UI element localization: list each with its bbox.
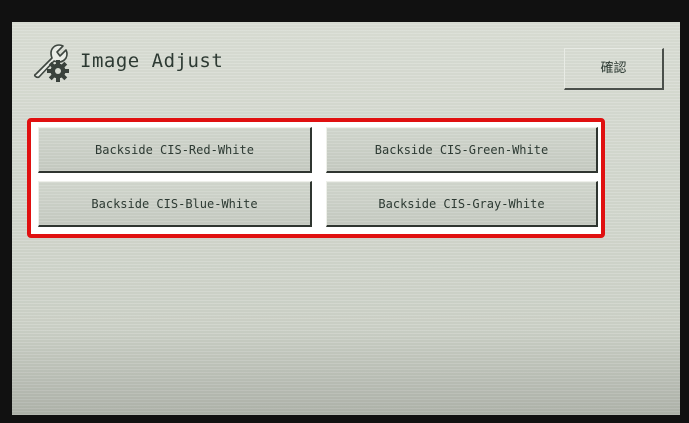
backside-cis-green-white-button[interactable]: Backside CIS-Green-White bbox=[326, 127, 598, 173]
highlighted-button-group: Backside CIS-Red-White Backside CIS-Gree… bbox=[27, 118, 605, 238]
backside-cis-gray-white-button[interactable]: Backside CIS-Gray-White bbox=[326, 181, 598, 227]
device-bezel: Image Adjust 確認 Backside CIS-Red-White B… bbox=[0, 0, 689, 423]
confirm-button[interactable]: 確認 bbox=[564, 48, 664, 90]
title-bar: Image Adjust 確認 bbox=[12, 22, 680, 100]
adjust-button-grid: Backside CIS-Red-White Backside CIS-Gree… bbox=[38, 127, 598, 229]
page-title: Image Adjust bbox=[80, 50, 224, 72]
wrench-gear-icon bbox=[30, 40, 74, 84]
backside-cis-blue-white-button[interactable]: Backside CIS-Blue-White bbox=[38, 181, 312, 227]
touch-screen: Image Adjust 確認 Backside CIS-Red-White B… bbox=[12, 22, 680, 415]
backside-cis-red-white-button[interactable]: Backside CIS-Red-White bbox=[38, 127, 312, 173]
